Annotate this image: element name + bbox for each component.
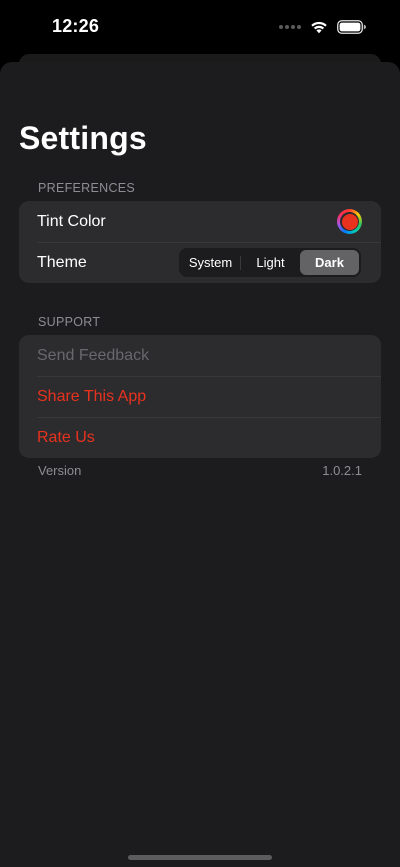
theme-option-light[interactable]: Light: [241, 250, 300, 275]
wifi-icon: [311, 21, 327, 34]
status-bar: 12:26: [0, 0, 400, 54]
page-title: Settings: [19, 120, 147, 156]
share-app-label: Share This App: [37, 387, 147, 405]
send-feedback-label: Send Feedback: [37, 346, 150, 364]
send-feedback-row[interactable]: Send Feedback: [19, 335, 381, 376]
color-picker-well[interactable]: [337, 209, 362, 234]
version-label: Version: [38, 463, 82, 478]
theme-option-dark[interactable]: Dark: [300, 250, 359, 275]
support-section-header: SUPPORT: [38, 315, 101, 329]
theme-segmented-control[interactable]: System Light Dark: [179, 248, 361, 277]
preferences-group: Tint Color Theme System Light Dark: [19, 201, 381, 283]
battery-icon: [337, 20, 366, 34]
tint-color-swatch: [341, 213, 358, 230]
status-icons: [279, 17, 366, 37]
theme-option-system[interactable]: System: [181, 250, 240, 275]
screen: 12:26 Settings PREFERENCES Tint Color Th…: [0, 0, 400, 867]
theme-label: Theme: [37, 253, 87, 271]
tint-color-row[interactable]: Tint Color: [19, 201, 381, 242]
tint-color-label: Tint Color: [37, 212, 106, 230]
cellular-dots-icon: [279, 25, 301, 29]
preferences-section-header: PREFERENCES: [38, 181, 136, 195]
version-value: 1.0.2.1: [322, 463, 362, 478]
theme-row: Theme System Light Dark: [19, 242, 381, 283]
status-time: 12:26: [52, 16, 100, 36]
rate-us-label: Rate Us: [37, 428, 95, 446]
share-app-row[interactable]: Share This App: [19, 376, 381, 417]
support-group: Send Feedback Share This App Rate Us: [19, 335, 381, 458]
home-indicator[interactable]: [128, 855, 272, 860]
rate-us-row[interactable]: Rate Us: [19, 417, 381, 458]
